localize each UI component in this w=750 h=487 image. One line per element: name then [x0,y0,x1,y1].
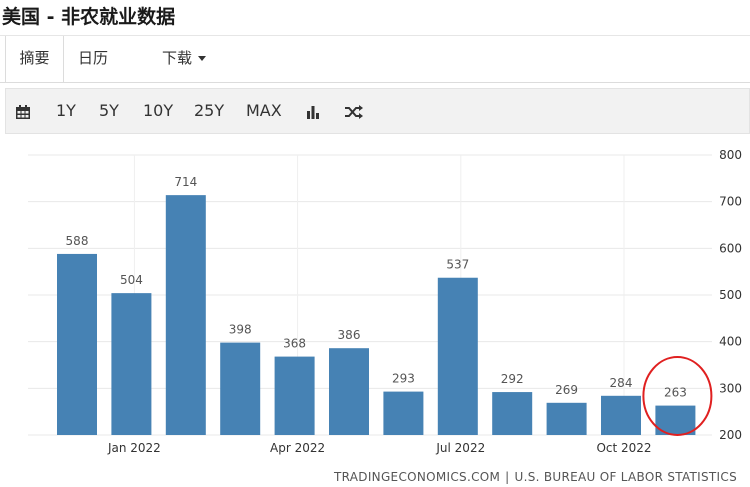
bar-value-label: 269 [555,383,578,397]
bar-chart-icon[interactable] [305,89,321,133]
y-tick-label: 400 [719,335,742,349]
caret-down-icon [198,56,207,61]
y-tick-label: 500 [719,288,742,302]
tab-bar: 摘要 日历 下载 [0,35,750,83]
bar-value-label: 386 [338,328,361,342]
page-title: 美国 - 非农就业数据 [2,6,176,28]
range-5y-button[interactable]: 5Y [99,89,119,133]
bar[interactable] [329,348,369,435]
chart-toolbar: 1Y 5Y 10Y 25Y MAX [5,88,750,134]
source-site[interactable]: TRADINGECONOMICS.COM [334,470,500,484]
bar[interactable] [601,395,641,435]
x-tick-label: Jan 2022 [107,441,161,455]
y-tick-label: 800 [719,148,742,162]
bar-value-label: 504 [120,273,143,287]
source-attribution: TRADINGECONOMICS.COM | U.S. BUREAU OF LABO… [334,470,737,484]
bar[interactable] [274,356,315,435]
tab-calendar[interactable]: 日历 [78,36,108,82]
bar[interactable] [546,402,587,435]
x-tick-label: Oct 2022 [596,441,651,455]
range-10y-button[interactable]: 10Y [143,89,173,133]
source-separator: | [505,470,510,484]
bar-chart: 200 300 400 500 600 700 800 Jan 2022 Apr 2022 Jul… [28,148,742,455]
bar-value-label: 293 [392,372,415,386]
y-tick-label: 200 [719,428,742,442]
tab-download[interactable]: 下载 [162,36,207,82]
bar-value-label: 284 [610,376,633,390]
y-tick-label: 600 [719,241,742,255]
tab-summary[interactable]: 摘要 [5,36,64,82]
x-tick-label: Apr 2022 [270,441,325,455]
shuffle-icon[interactable] [344,89,364,133]
range-max-button[interactable]: MAX [246,89,282,133]
bar-value-label: 714 [174,175,197,189]
bar-value-label: 292 [501,372,524,386]
bar-value-label: 263 [664,386,687,400]
tab-download-label: 下载 [162,49,193,67]
range-25y-button[interactable]: 25Y [194,89,224,133]
x-tick-label: Jul 2022 [435,441,485,455]
bar[interactable] [165,195,206,435]
bar[interactable] [57,253,97,435]
source-agency: U.S. BUREAU OF LABOR STATISTICS [514,470,737,484]
bar-value-label: 368 [283,337,306,351]
bar[interactable] [492,392,533,435]
range-1y-button[interactable]: 1Y [56,89,76,133]
y-tick-label: 700 [719,195,742,209]
bar[interactable] [111,293,152,435]
calendar-icon[interactable] [15,89,31,133]
bar-value-label: 398 [229,323,252,337]
bar[interactable] [220,342,261,435]
bar[interactable] [383,391,424,435]
bar-value-label: 537 [446,258,469,272]
bar-value-label: 588 [66,234,89,248]
bar[interactable] [437,277,478,435]
y-tick-label: 300 [719,381,742,395]
